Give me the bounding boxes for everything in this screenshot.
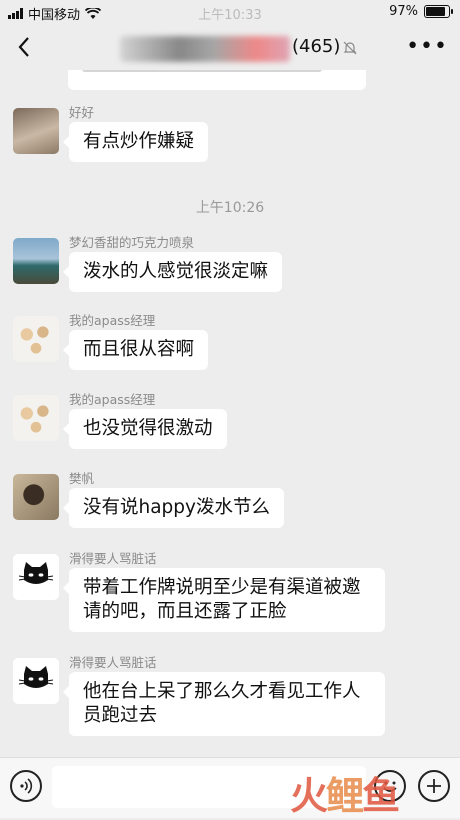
member-count: (465) — [292, 36, 341, 57]
battery-fill — [426, 7, 446, 16]
black-cat-icon — [18, 562, 54, 584]
more-functions-button[interactable] — [418, 770, 450, 802]
status-bar: 中国移动 上午10:33 97% — [0, 0, 460, 24]
message-bubble[interactable]: 有点炒作嫌疑 — [62, 122, 209, 162]
voice-input-button[interactable] — [10, 770, 42, 802]
watermark-char: 鲤 — [326, 774, 364, 818]
battery-icon — [424, 5, 453, 18]
black-cat-icon — [18, 666, 54, 688]
avatar[interactable] — [13, 316, 59, 362]
avatar[interactable] — [13, 238, 59, 284]
avatar[interactable] — [13, 658, 59, 704]
sender-name: 滑得要人骂脏话 — [69, 551, 157, 566]
message-bubble[interactable]: 而且很从容啊 — [62, 330, 209, 370]
watermark-logo: 火鲤鱼 — [290, 765, 400, 820]
back-icon[interactable] — [10, 32, 40, 62]
message-bubble[interactable]: 也没觉得很激动 — [63, 409, 227, 449]
battery-percent: 97% — [389, 4, 418, 19]
timestamp: 上午10:26 — [195, 200, 265, 216]
voice-icon — [20, 778, 33, 794]
more-options-icon[interactable]: ••• — [406, 36, 448, 58]
sender-name: 好好 — [69, 105, 95, 120]
sender-name: 滑得要人骂脏话 — [69, 655, 157, 670]
message-bubble[interactable]: 泼水的人感觉很淡定嘛 — [62, 252, 283, 292]
avatar[interactable] — [13, 395, 59, 441]
message-bubble[interactable]: 没有说happy泼水节么 — [63, 488, 284, 528]
watermark-char: 火 — [290, 774, 328, 818]
sender-name: 我的apass经理 — [69, 392, 156, 407]
sender-name: 梦幻香甜的巧克力喷泉 — [69, 235, 195, 250]
group-title-obscured — [120, 36, 290, 62]
status-right: 97% — [389, 4, 453, 19]
avatar[interactable] — [13, 474, 59, 520]
avatar[interactable] — [13, 554, 59, 600]
message-bubble[interactable]: 他在台上呆了那么久才看见工作人员跑过去 — [63, 672, 385, 736]
chat-header: (465) ••• — [0, 24, 460, 70]
avatar[interactable] — [13, 108, 59, 154]
message-list: 好好 有点炒作嫌疑 上午10:26 梦幻香甜的巧克力喷泉 泼水的人感觉很淡定嘛 … — [0, 70, 460, 755]
watermark-char: 鱼 — [362, 774, 400, 818]
plus-icon — [427, 779, 441, 793]
message-bubble[interactable]: 带着工作牌说明至少是有渠道被邀请的吧，而且还露了正脸 — [63, 568, 385, 632]
sender-name: 我的apass经理 — [69, 313, 156, 328]
partial-message-bubble — [68, 70, 366, 90]
mute-bell-icon — [343, 41, 357, 55]
sender-name: 樊帆 — [69, 471, 95, 486]
